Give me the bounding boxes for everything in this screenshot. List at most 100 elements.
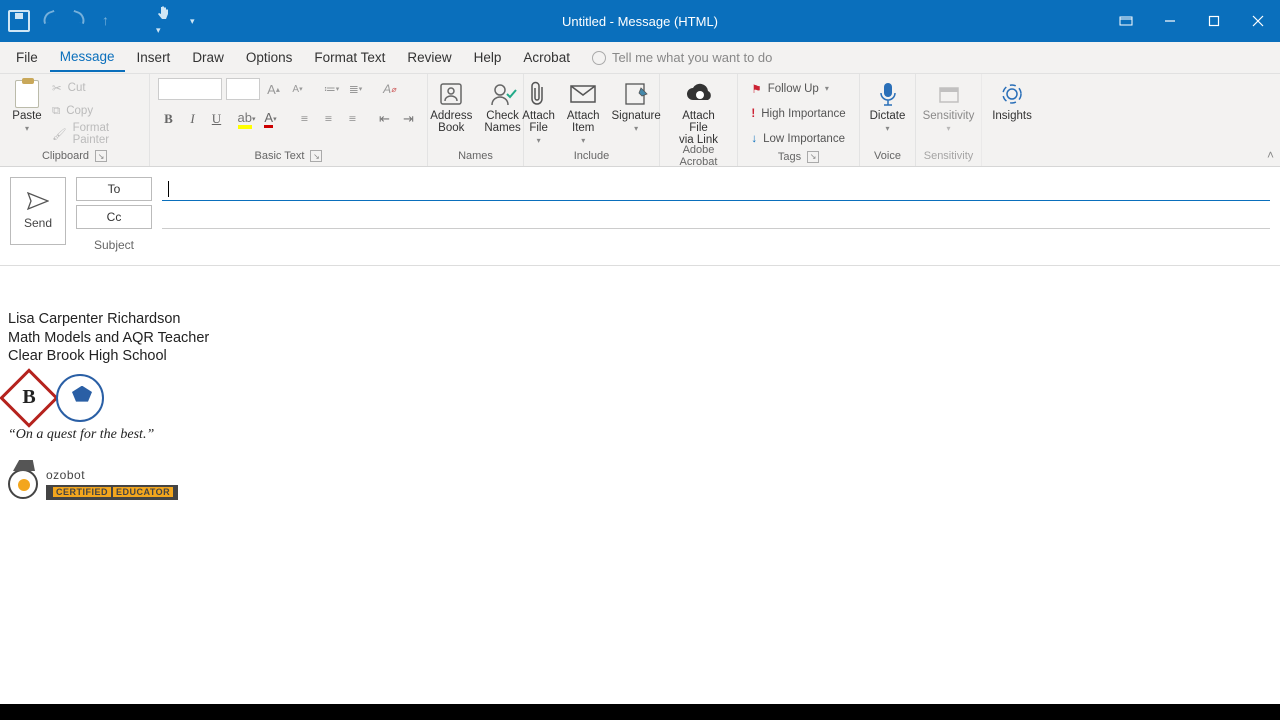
qat-customize-icon[interactable]: ▾ bbox=[190, 16, 195, 27]
tab-insert[interactable]: Insert bbox=[127, 44, 181, 71]
clipboard-group-label: Clipboard bbox=[42, 150, 89, 162]
highlight-button[interactable]: ab▾ bbox=[236, 108, 258, 130]
clipboard-icon bbox=[15, 80, 39, 108]
increase-indent-button[interactable]: ⇥ bbox=[398, 108, 420, 130]
envelope-icon bbox=[568, 80, 598, 108]
signature-school: Clear Brook High School bbox=[8, 347, 1272, 366]
lightbulb-icon bbox=[592, 51, 606, 65]
attach-item-button[interactable]: Attach Item▾ bbox=[563, 78, 604, 147]
paintbrush-icon: 🖌 bbox=[52, 127, 67, 141]
cut-button[interactable]: ✂Cut bbox=[50, 78, 141, 98]
minimize-button[interactable] bbox=[1148, 0, 1192, 42]
low-importance-button[interactable]: ↓Low Importance bbox=[749, 128, 847, 149]
sensitivity-icon bbox=[934, 80, 964, 108]
format-painter-button[interactable]: 🖌Format Painter bbox=[50, 124, 141, 144]
attach-file-button[interactable]: Attach File▾ bbox=[518, 78, 559, 147]
tab-help[interactable]: Help bbox=[464, 44, 512, 71]
signature-button[interactable]: Signature▾ bbox=[608, 78, 665, 135]
tab-acrobat[interactable]: Acrobat bbox=[513, 44, 580, 71]
send-icon bbox=[27, 192, 49, 210]
address-book-icon bbox=[436, 80, 466, 108]
grow-font-button[interactable]: A▴ bbox=[264, 79, 284, 99]
tab-options[interactable]: Options bbox=[236, 44, 303, 71]
follow-up-button[interactable]: ⚑Follow Up▾ bbox=[749, 78, 830, 99]
close-button[interactable] bbox=[1236, 0, 1280, 42]
adobe-group-label: Adobe Acrobat bbox=[668, 148, 729, 164]
names-group-label: Names bbox=[458, 148, 493, 164]
message-body[interactable]: Lisa Carpenter Richardson Math Models an… bbox=[0, 266, 1280, 704]
ozobot-icon bbox=[8, 469, 38, 499]
bold-button[interactable]: B bbox=[158, 108, 180, 130]
message-header: Send To Cc Subject bbox=[0, 167, 1280, 266]
high-importance-button[interactable]: !High Importance bbox=[749, 103, 847, 124]
font-name-input[interactable] bbox=[158, 78, 222, 100]
address-book-button[interactable]: Address Book bbox=[426, 78, 476, 136]
tab-format-text[interactable]: Format Text bbox=[304, 44, 395, 71]
basic-text-group-label: Basic Text bbox=[255, 150, 305, 162]
insights-button[interactable]: Insights bbox=[988, 78, 1036, 124]
paste-button[interactable]: Paste ▾ bbox=[8, 78, 46, 135]
italic-button[interactable]: I bbox=[182, 108, 204, 130]
ribbon-tabs: File Message Insert Draw Options Format … bbox=[0, 42, 1280, 74]
ribbon: Paste ▾ ✂Cut ⧉Copy 🖌Format Painter Clipb… bbox=[0, 74, 1280, 167]
title-bar: ↑ ▾ ▾ Untitled - Message (HTML) bbox=[0, 0, 1280, 42]
tab-review[interactable]: Review bbox=[397, 44, 461, 71]
basic-text-dialog-launcher[interactable]: ↘ bbox=[310, 150, 322, 162]
sensitivity-group-label: Sensitivity bbox=[924, 148, 974, 164]
copy-icon: ⧉ bbox=[52, 105, 60, 118]
attach-file-via-link-button[interactable]: Attach File via Link bbox=[668, 78, 729, 148]
clear-formatting-button[interactable]: A⌀ bbox=[380, 79, 400, 99]
to-input[interactable] bbox=[162, 177, 1270, 201]
dictate-button[interactable]: Dictate▾ bbox=[866, 78, 910, 135]
check-names-icon bbox=[488, 80, 518, 108]
paperclip-icon bbox=[524, 80, 554, 108]
window-title: Untitled - Message (HTML) bbox=[562, 14, 718, 29]
collapse-ribbon-button[interactable]: ˄ bbox=[1267, 148, 1274, 162]
ozobot-badge: ozobot CERTIFIEDEDUCATOR bbox=[8, 468, 1272, 501]
shrink-font-button[interactable]: A▾ bbox=[288, 79, 308, 99]
font-size-input[interactable] bbox=[226, 78, 260, 100]
undo-icon[interactable] bbox=[42, 12, 60, 30]
insights-icon bbox=[997, 80, 1027, 108]
tags-dialog-launcher[interactable]: ↘ bbox=[807, 151, 819, 163]
subject-input[interactable] bbox=[162, 233, 1270, 257]
font-color-button[interactable]: A▾ bbox=[260, 108, 282, 130]
redo-icon[interactable] bbox=[72, 12, 90, 30]
align-center-button[interactable]: ≡ bbox=[318, 108, 340, 130]
exclamation-icon: ! bbox=[751, 108, 755, 120]
paste-label: Paste bbox=[12, 110, 41, 122]
send-button[interactable]: Send bbox=[10, 177, 66, 245]
cc-button[interactable]: Cc bbox=[76, 205, 152, 229]
tab-message[interactable]: Message bbox=[50, 43, 125, 72]
tab-file[interactable]: File bbox=[6, 44, 48, 71]
numbering-button[interactable]: ≣▾ bbox=[346, 79, 366, 99]
bullets-button[interactable]: ≔▾ bbox=[322, 79, 342, 99]
ozobot-brand: ozobot bbox=[46, 468, 178, 483]
decrease-indent-button[interactable]: ⇤ bbox=[374, 108, 396, 130]
ribbon-display-icon[interactable] bbox=[1104, 0, 1148, 42]
flag-icon: ⚑ bbox=[751, 82, 761, 96]
scissors-icon: ✂ bbox=[52, 81, 62, 95]
signature-title: Math Models and AQR Teacher bbox=[8, 329, 1272, 348]
underline-button[interactable]: U bbox=[206, 108, 228, 130]
to-button[interactable]: To bbox=[76, 177, 152, 201]
align-right-button[interactable]: ≡ bbox=[342, 108, 364, 130]
ozobot-cert-label: CERTIFIEDEDUCATOR bbox=[46, 485, 178, 501]
up-arrow-icon[interactable]: ↑ bbox=[102, 12, 120, 30]
clipboard-dialog-launcher[interactable]: ↘ bbox=[95, 150, 107, 162]
microphone-icon bbox=[873, 80, 903, 108]
copy-button[interactable]: ⧉Copy bbox=[50, 101, 141, 121]
maximize-button[interactable] bbox=[1192, 0, 1236, 42]
cc-input[interactable] bbox=[162, 205, 1270, 229]
touch-mode-icon[interactable]: ▾ bbox=[156, 6, 170, 36]
align-left-button[interactable]: ≡ bbox=[294, 108, 316, 130]
sensitivity-button: Sensitivity▾ bbox=[919, 78, 979, 135]
tab-draw[interactable]: Draw bbox=[182, 44, 234, 71]
subject-label: Subject bbox=[76, 238, 152, 252]
include-group-label: Include bbox=[574, 148, 609, 164]
save-icon[interactable] bbox=[8, 10, 30, 32]
tags-group-label: Tags bbox=[778, 151, 801, 163]
school-logo-b bbox=[0, 368, 59, 427]
tell-me-search[interactable]: Tell me what you want to do bbox=[592, 50, 772, 65]
tell-me-placeholder: Tell me what you want to do bbox=[612, 50, 772, 65]
